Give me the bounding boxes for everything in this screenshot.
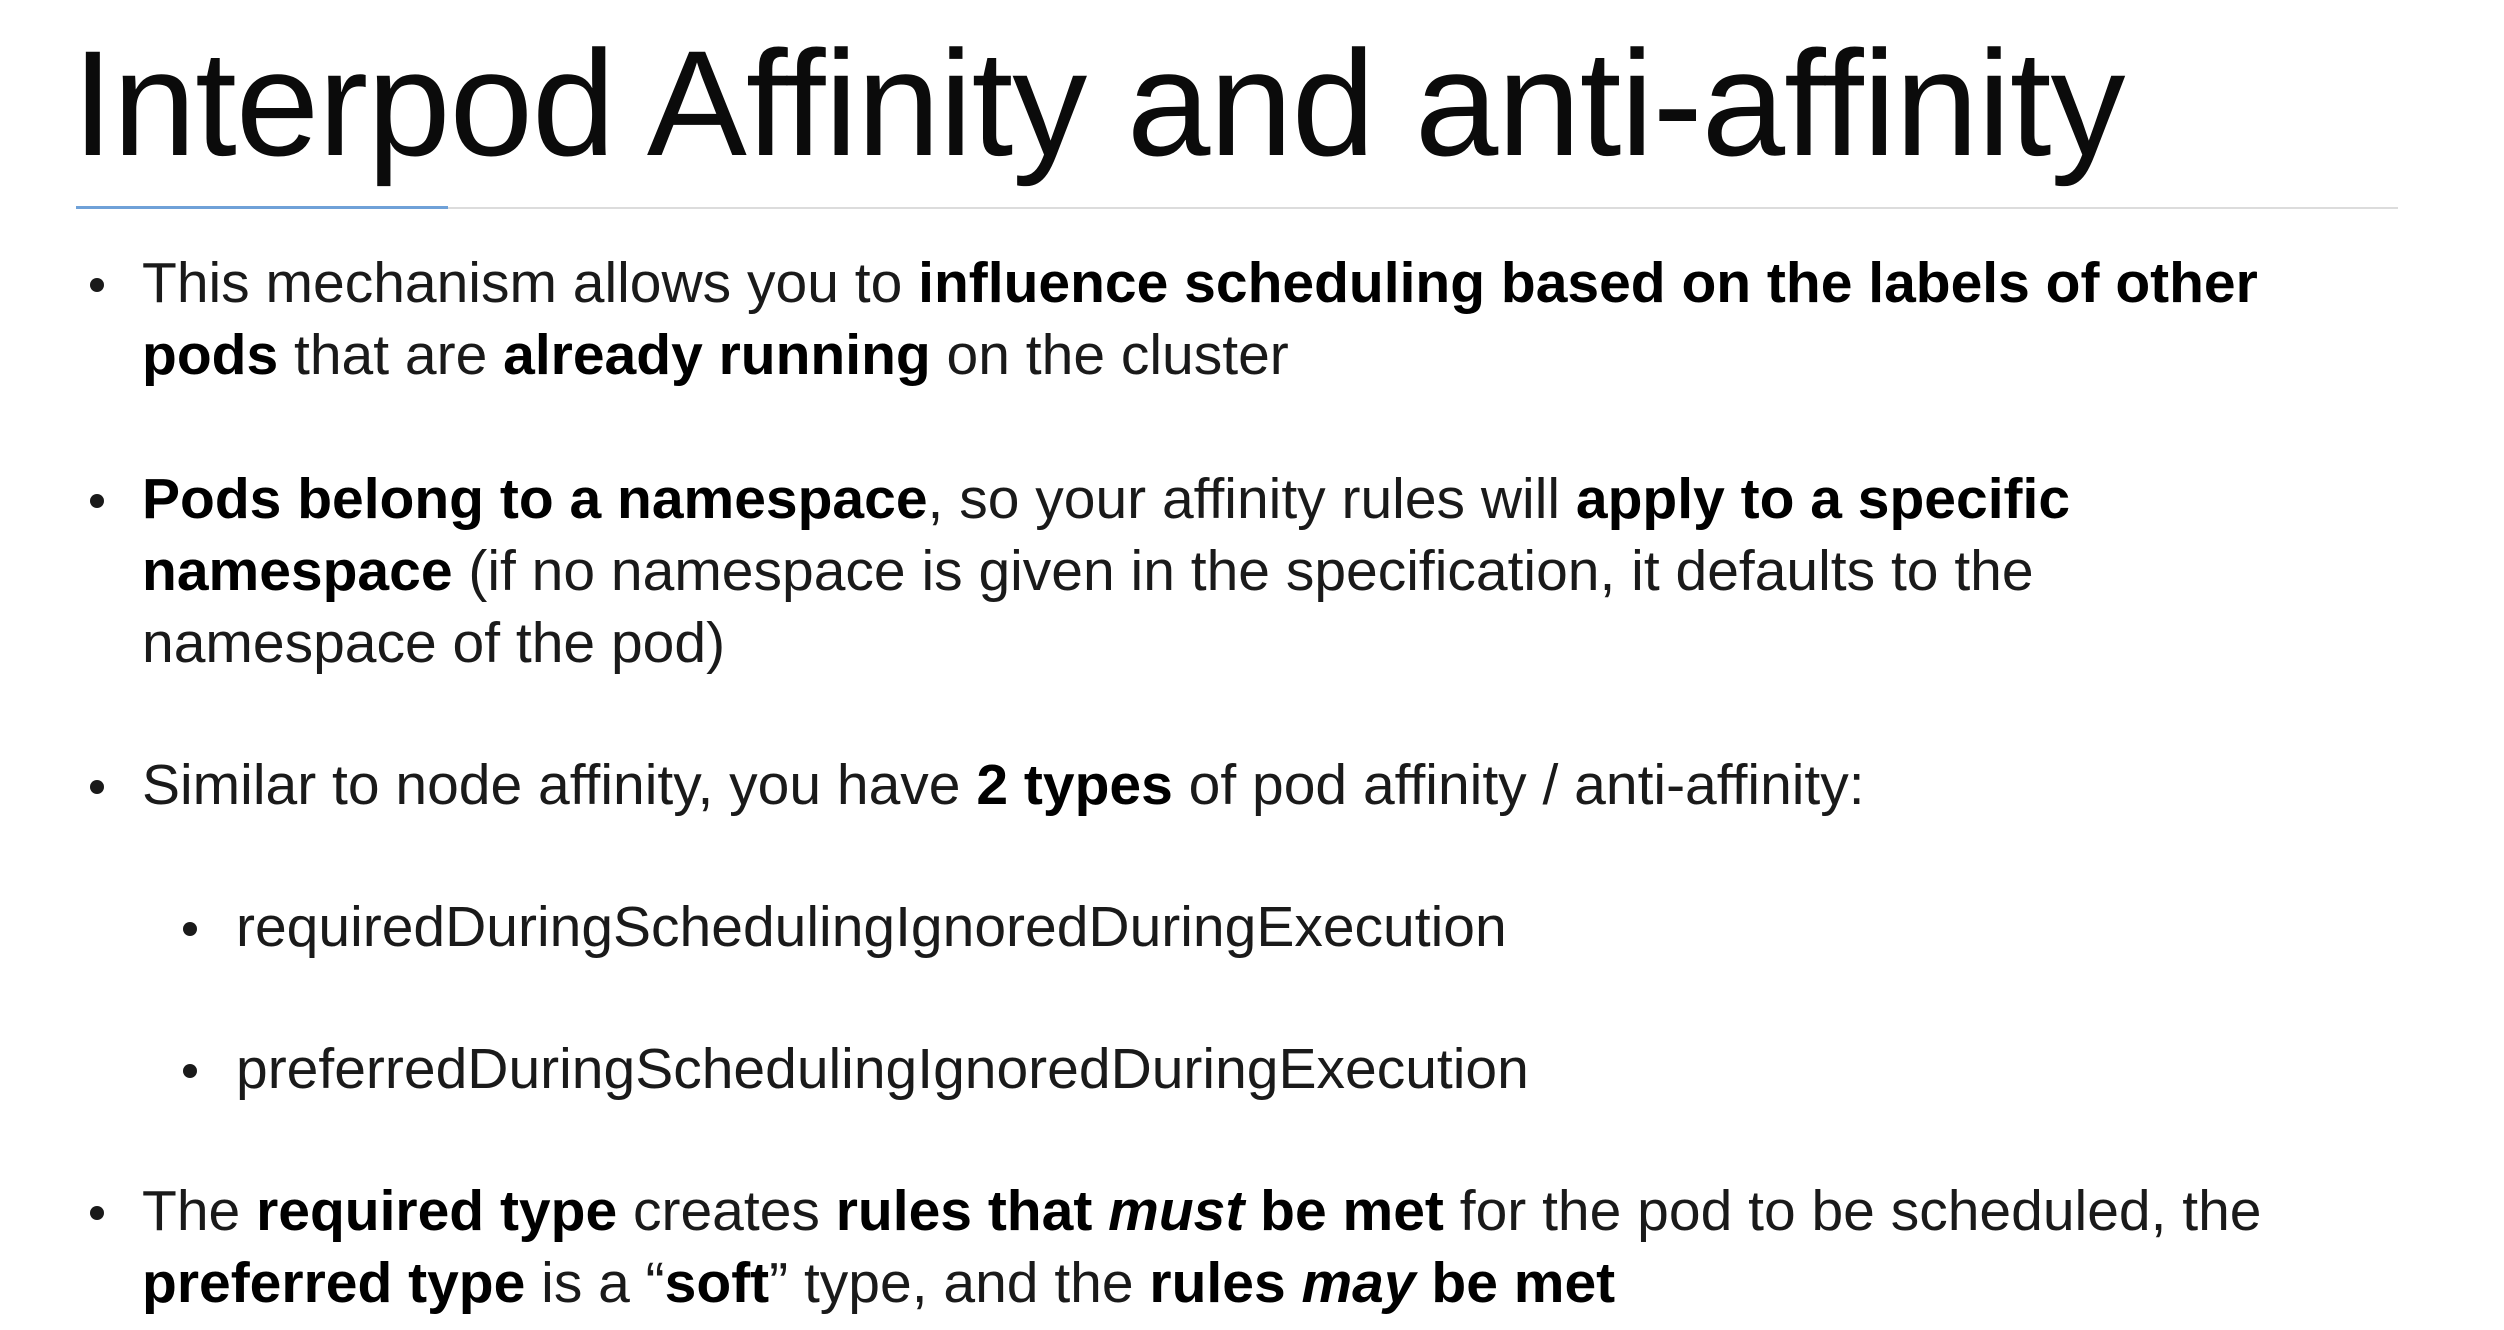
text-run: ” type, and the bbox=[769, 1251, 1150, 1315]
bullet-line: preferred type is a “soft” type, and the… bbox=[142, 1247, 2262, 1319]
bullet-line: preferredDuringSchedulingIgnoredDuringEx… bbox=[236, 1033, 1529, 1105]
bullet-line: Similar to node affinity, you have 2 typ… bbox=[142, 749, 1865, 821]
emphasis-run: pods bbox=[142, 323, 279, 387]
bullet-dot bbox=[183, 922, 197, 936]
bullet-dot bbox=[90, 1206, 104, 1220]
text-run: of pod affinity / anti-affinity: bbox=[1172, 753, 1865, 817]
emphasis-run: rules that bbox=[835, 1179, 1109, 1243]
emphasis-run: namespace bbox=[142, 539, 453, 603]
sub-bullet-text: preferredDuringSchedulingIgnoredDuringEx… bbox=[236, 1033, 1529, 1105]
bullet-line: namespace (if no namespace is given in t… bbox=[142, 535, 2070, 607]
text-run: is a “ bbox=[525, 1251, 665, 1315]
bullet-text: Pods belong to a namespace, so your affi… bbox=[142, 463, 2070, 679]
text-run: for the pod to be scheduled, the bbox=[1443, 1179, 2262, 1243]
title-divider-accent bbox=[76, 206, 448, 209]
text-run: Similar to node affinity, you have bbox=[142, 753, 977, 817]
bullet-line: requiredDuringSchedulingIgnoredDuringExe… bbox=[236, 891, 1507, 963]
bullet-dot bbox=[90, 780, 104, 794]
text-run: This mechanism allows you to bbox=[142, 251, 919, 315]
text-run: on the cluster bbox=[930, 323, 1289, 387]
emphasis-run: preferred type bbox=[142, 1251, 526, 1315]
bullet-text: Similar to node affinity, you have 2 typ… bbox=[142, 749, 1865, 821]
bullet-text: This mechanism allows you to influence s… bbox=[142, 247, 2258, 391]
emphasis-run: required type bbox=[256, 1179, 618, 1243]
emphasis-run: be met bbox=[1244, 1179, 1444, 1243]
text-run: requiredDuringSchedulingIgnoredDuringExe… bbox=[236, 895, 1507, 959]
sub-bullet-text: requiredDuringSchedulingIgnoredDuringExe… bbox=[236, 891, 1507, 963]
bullet-line: namespace of the pod) bbox=[142, 607, 2070, 679]
emphasis-run: soft bbox=[664, 1251, 770, 1315]
text-run: namespace of the pod) bbox=[142, 611, 726, 675]
bullet-dot bbox=[90, 278, 104, 292]
emphasis-run: may bbox=[1301, 1251, 1416, 1315]
bullet-line: Pods belong to a namespace, so your affi… bbox=[142, 463, 2070, 535]
text-run: preferredDuringSchedulingIgnoredDuringEx… bbox=[236, 1037, 1529, 1101]
text-run: (if no namespace is given in the specifi… bbox=[452, 539, 2034, 603]
emphasis-run: 2 types bbox=[976, 753, 1173, 817]
text-run: , so your affinity rules will bbox=[927, 467, 1576, 531]
emphasis-run: apply to a specific bbox=[1575, 467, 2071, 531]
text-run: that are bbox=[278, 323, 504, 387]
slide: Interpod Affinity and anti-affinity This… bbox=[0, 0, 2504, 1330]
bullet-line: pods that are already running on the clu… bbox=[142, 319, 2258, 391]
bullet-line: This mechanism allows you to influence s… bbox=[142, 247, 2258, 319]
slide-title: Interpod Affinity and anti-affinity bbox=[72, 19, 2125, 187]
bullet-line: The required type creates rules that mus… bbox=[142, 1175, 2262, 1247]
emphasis-run: rules bbox=[1149, 1251, 1302, 1315]
text-run: creates bbox=[617, 1179, 836, 1243]
emphasis-run: influence scheduling based on the labels… bbox=[918, 251, 2258, 315]
emphasis-run: already running bbox=[503, 323, 931, 387]
emphasis-run: Pods belong to a namespace bbox=[142, 467, 928, 531]
text-run: The bbox=[142, 1179, 257, 1243]
bullet-text: The required type creates rules that mus… bbox=[142, 1175, 2262, 1319]
emphasis-run: must bbox=[1108, 1179, 1245, 1243]
emphasis-run: be met bbox=[1415, 1251, 1616, 1315]
bullet-dot bbox=[90, 494, 104, 508]
bullet-dot bbox=[183, 1064, 197, 1078]
